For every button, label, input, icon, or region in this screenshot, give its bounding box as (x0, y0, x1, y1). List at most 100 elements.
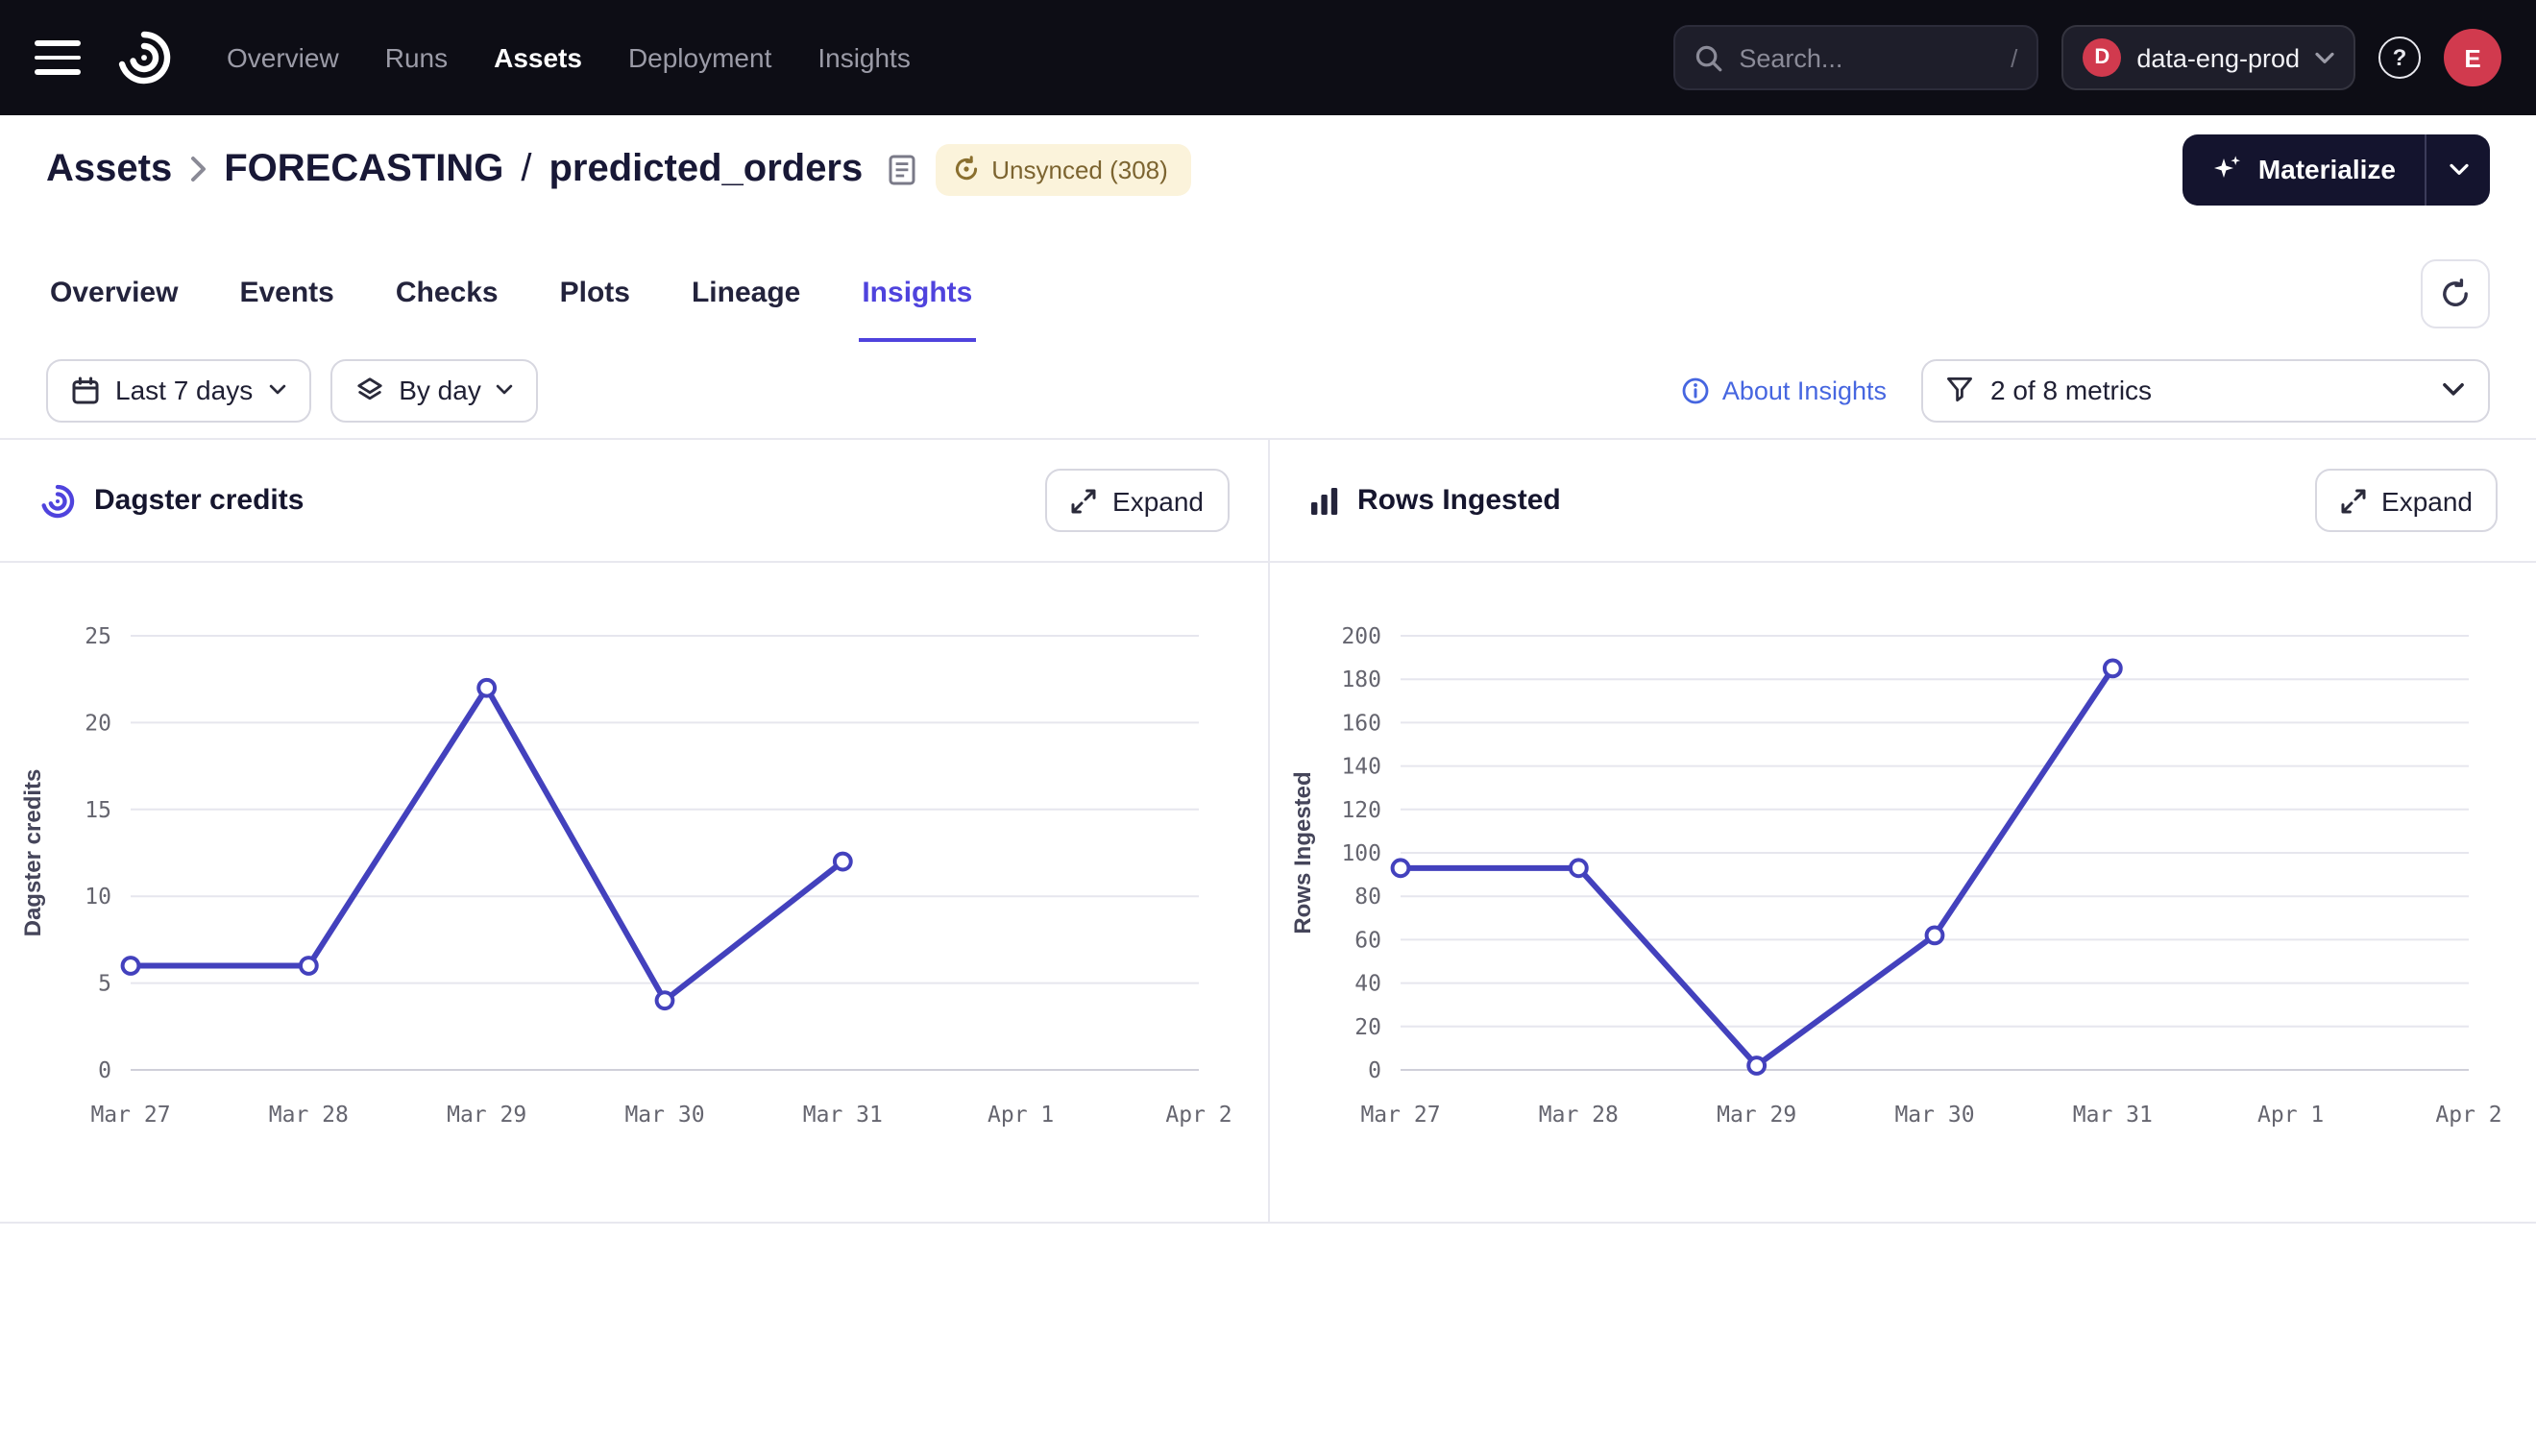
svg-text:25: 25 (85, 624, 111, 649)
svg-text:60: 60 (1353, 928, 1380, 953)
svg-text:Apr 2: Apr 2 (2434, 1103, 2500, 1128)
granularity-dropdown[interactable]: By day (329, 358, 539, 422)
unsynced-badge-label: Unsynced (308) (991, 155, 1168, 183)
svg-text:100: 100 (1340, 841, 1380, 866)
tab-checks[interactable]: Checks (392, 277, 502, 342)
materialize-button-label: Materialize (2258, 154, 2396, 184)
info-icon (1682, 376, 1711, 404)
svg-text:Dagster credits: Dagster credits (20, 769, 46, 937)
sparkle-icon (2212, 154, 2243, 184)
nav-item-deployment[interactable]: Deployment (628, 42, 771, 73)
refresh-button[interactable] (2421, 259, 2490, 328)
panel-header: Rows Ingested Expand (1269, 440, 2536, 563)
svg-text:Mar 31: Mar 31 (803, 1103, 883, 1128)
svg-text:Mar 31: Mar 31 (2072, 1103, 2152, 1128)
breadcrumb-group[interactable]: FORECASTING (224, 147, 503, 191)
tab-overview[interactable]: Overview (46, 277, 182, 342)
svg-text:Apr 1: Apr 1 (988, 1103, 1054, 1128)
bar-chart-icon (1307, 485, 1340, 516)
materialize-split-button: Materialize (2183, 133, 2490, 205)
about-insights-label: About Insights (1722, 376, 1887, 404)
question-icon: ? (2393, 44, 2407, 71)
tab-insights[interactable]: Insights (858, 277, 976, 342)
metrics-filter-select[interactable]: 2 of 8 metrics (1921, 358, 2490, 422)
dagster-logo[interactable] (111, 25, 177, 90)
description-icon[interactable] (888, 153, 916, 185)
navbar-right: Search... / D data-eng-prod ? E (1673, 25, 2501, 90)
nav-item-overview[interactable]: Overview (227, 42, 339, 73)
calendar-icon (71, 376, 100, 404)
line-chart-dagster-credits[interactable]: 0510152025Mar 27Mar 28Mar 29Mar 30Mar 31… (0, 563, 1267, 1222)
chevron-down-icon (497, 384, 514, 396)
svg-text:40: 40 (1353, 972, 1380, 997)
granularity-label: By day (399, 375, 481, 405)
svg-text:5: 5 (98, 972, 111, 997)
date-range-dropdown[interactable]: Last 7 days (46, 358, 310, 422)
svg-text:10: 10 (85, 885, 111, 910)
breadcrumb-separator: / (521, 147, 531, 191)
svg-text:Rows Ingested: Rows Ingested (1289, 771, 1315, 934)
svg-text:Mar 27: Mar 27 (90, 1103, 170, 1128)
metrics-filter-label: 2 of 8 metrics (1990, 375, 2425, 405)
org-avatar: D (2083, 38, 2121, 77)
svg-text:Apr 2: Apr 2 (1165, 1103, 1231, 1128)
search-icon (1695, 43, 1723, 72)
nav-item-runs[interactable]: Runs (385, 42, 448, 73)
svg-text:Apr 1: Apr 1 (2256, 1103, 2323, 1128)
chevron-right-icon (189, 156, 207, 182)
svg-text:Mar 28: Mar 28 (269, 1103, 349, 1128)
expand-button[interactable]: Expand (2314, 469, 2498, 532)
help-button[interactable]: ? (2378, 36, 2421, 79)
tab-events[interactable]: Events (235, 277, 337, 342)
svg-text:160: 160 (1340, 711, 1380, 736)
expand-button[interactable]: Expand (1045, 469, 1229, 532)
svg-text:Mar 30: Mar 30 (1893, 1103, 1973, 1128)
svg-text:Mar 29: Mar 29 (1716, 1103, 1795, 1128)
user-avatar[interactable]: E (2444, 29, 2501, 86)
nav-item-insights[interactable]: Insights (817, 42, 911, 73)
insights-charts: Dagster credits Expand 0 5 10 15 20 25 Mar 27 M… (0, 438, 2536, 1224)
chart-title: Rows Ingested (1357, 484, 1561, 517)
chevron-down-icon (2315, 51, 2334, 64)
svg-text:0: 0 (1367, 1058, 1380, 1083)
hamburger-menu-button[interactable] (35, 40, 81, 75)
search-placeholder: Search... (1739, 43, 1995, 72)
svg-text:15: 15 (85, 798, 111, 823)
panel-title: Rows Ingested (1307, 484, 1561, 517)
svg-text:200: 200 (1340, 624, 1380, 649)
materialize-dropdown-button[interactable] (2425, 133, 2490, 205)
about-insights-link[interactable]: About Insights (1682, 376, 1887, 404)
svg-text:Mar 28: Mar 28 (1538, 1103, 1618, 1128)
org-switcher[interactable]: D data-eng-prod (2061, 25, 2355, 90)
search-input[interactable]: Search... / (1673, 25, 2038, 90)
date-range-label: Last 7 days (115, 375, 253, 405)
sync-icon (953, 156, 980, 182)
funnel-icon (1946, 376, 1973, 403)
org-name: data-eng-prod (2136, 43, 2300, 72)
svg-text:80: 80 (1353, 885, 1380, 910)
asset-tabs: Overview Events Checks Plots Lineage Ins… (0, 223, 2536, 342)
breadcrumb-assets-link[interactable]: Assets (46, 147, 172, 191)
chart-panel-rows-ingested: Rows Ingested Expand 0204060801001201401… (1269, 440, 2536, 1222)
app: Overview Runs Assets Deployment Insights… (0, 0, 2536, 1456)
expand-icon (2339, 487, 2366, 514)
breadcrumb: Assets FORECASTING / predicted_orders (46, 147, 916, 191)
tab-plots[interactable]: Plots (556, 277, 634, 342)
nav-item-assets[interactable]: Assets (494, 42, 582, 73)
svg-text:Mar 29: Mar 29 (447, 1103, 526, 1128)
tab-lineage[interactable]: Lineage (688, 277, 804, 342)
line-chart-rows-ingested[interactable]: 020406080100120140160180200Mar 27Mar 28M… (1269, 563, 2536, 1222)
materialize-button[interactable]: Materialize (2183, 133, 2425, 205)
asset-page-header: Assets FORECASTING / predicted_orders Un… (0, 115, 2536, 223)
chart-panel-dagster-credits: Dagster credits Expand 0510152025Mar 27M… (0, 440, 1267, 1222)
chevron-down-icon (2442, 382, 2465, 398)
layers-icon (354, 376, 383, 403)
insights-filter-bar: Last 7 days By day About Insights (0, 342, 2536, 438)
svg-text:180: 180 (1340, 667, 1380, 692)
refresh-icon (2440, 279, 2471, 309)
svg-text:20: 20 (1353, 1015, 1380, 1040)
main-nav: Overview Runs Assets Deployment Insights (227, 42, 911, 73)
unsynced-badge[interactable]: Unsynced (308) (936, 143, 1191, 195)
chevron-down-icon (268, 384, 285, 396)
dagster-swirl-icon (38, 481, 77, 520)
